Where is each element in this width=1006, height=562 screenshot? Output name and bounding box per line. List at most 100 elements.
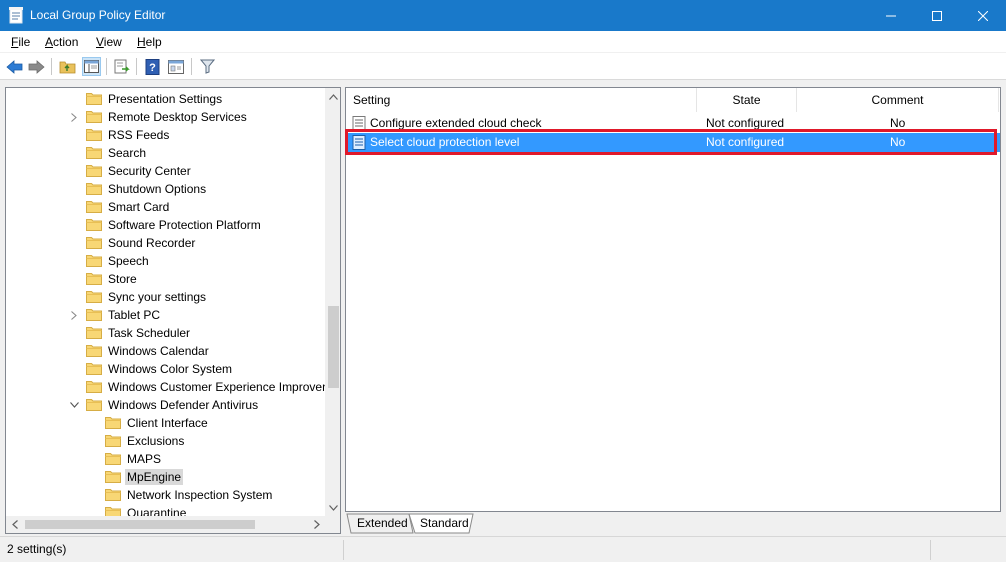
tree-item[interactable]: Windows Defender Antivirus <box>6 396 326 414</box>
folder-icon <box>86 309 102 321</box>
tree-item-label: Windows Calendar <box>108 344 209 358</box>
menu-view[interactable]: View <box>96 35 122 49</box>
tree-item[interactable]: Tablet PC <box>6 306 326 324</box>
tab-standard[interactable]: Standard <box>420 513 469 533</box>
menu-action[interactable]: Action <box>45 35 78 49</box>
tree-item-label: Exclusions <box>127 434 185 448</box>
folder-icon <box>86 291 102 303</box>
show-hide-tree-button[interactable] <box>82 57 101 76</box>
tree-item[interactable]: Speech <box>6 252 326 270</box>
folder-icon <box>105 489 121 501</box>
column-header-state[interactable]: State <box>697 88 797 112</box>
properties-button[interactable] <box>166 57 185 76</box>
tree-item-label: Software Protection Platform <box>108 218 261 232</box>
menu-view-rest: iew <box>103 35 122 49</box>
tree-item[interactable]: Search <box>6 144 326 162</box>
tree-item[interactable]: RSS Feeds <box>6 126 326 144</box>
maximize-button[interactable] <box>914 0 960 31</box>
folder-icon <box>86 183 102 195</box>
tree-item-label: MpEngine <box>125 469 184 485</box>
setting-comment: No <box>890 135 906 149</box>
tree-item[interactable]: Remote Desktop Services <box>6 108 326 126</box>
maximize-icon <box>932 10 942 21</box>
tree-item[interactable]: Security Center <box>6 162 326 180</box>
settings-list-pane[interactable]: Setting State Comment Configure extended… <box>345 87 1001 512</box>
tree-item[interactable]: MpEngine <box>6 468 326 486</box>
menu-help-rest: elp <box>145 35 162 49</box>
expand-arrow-icon[interactable] <box>69 112 79 122</box>
filter-icon <box>200 59 215 74</box>
scroll-down-arrow[interactable] <box>325 499 340 516</box>
folder-icon <box>86 147 102 159</box>
tree-item-label: Windows Defender Antivirus <box>108 398 259 412</box>
tree-item-label: Presentation Settings <box>108 92 223 106</box>
status-bar: 2 setting(s) <box>0 536 1006 562</box>
close-icon <box>978 10 988 21</box>
setting-comment: No <box>890 116 906 130</box>
tree-horizontal-scrollbar[interactable] <box>6 516 340 533</box>
chevron-up-icon <box>329 93 338 100</box>
menu-file[interactable]: File <box>11 35 30 49</box>
tree-item[interactable]: Windows Color System <box>6 360 326 378</box>
tree-item-label: Client Interface <box>127 416 208 430</box>
chevron-down-icon <box>329 504 338 511</box>
minimize-icon <box>886 15 896 16</box>
up-one-level-button[interactable] <box>58 57 77 76</box>
filter-button[interactable] <box>198 57 217 76</box>
tree-item[interactable]: Smart Card <box>6 198 326 216</box>
properties-icon <box>167 59 184 74</box>
close-button[interactable] <box>960 0 1006 31</box>
help-button[interactable]: ? <box>143 57 162 76</box>
collapse-arrow-icon[interactable] <box>69 400 79 410</box>
tree-vertical-scrollbar[interactable] <box>325 88 340 516</box>
tree-item[interactable]: Presentation Settings <box>6 90 326 108</box>
title-bar[interactable]: Local Group Policy Editor <box>0 0 1006 31</box>
menu-help[interactable]: Help <box>137 35 162 49</box>
tree-item-label: Smart Card <box>108 200 170 214</box>
tree-vertical-scroll-thumb[interactable] <box>328 306 339 388</box>
policy-tree-pane[interactable]: Presentation Settings Remote Desktop Serv… <box>5 87 341 534</box>
tree-item[interactable]: Network Inspection System <box>6 486 326 504</box>
folder-icon <box>86 219 102 231</box>
tree-item[interactable]: Shutdown Options <box>6 180 326 198</box>
tree-item[interactable]: Sound Recorder <box>6 234 326 252</box>
expand-arrow-icon[interactable] <box>69 310 79 320</box>
status-text: 2 setting(s) <box>7 542 67 556</box>
column-header-setting[interactable]: Setting <box>346 88 697 112</box>
folder-icon <box>86 381 102 393</box>
tree-item[interactable]: Sync your settings <box>6 288 326 306</box>
tree-item[interactable]: Exclusions <box>6 432 326 450</box>
toolbar-separator <box>191 58 192 75</box>
tree-item[interactable]: Client Interface <box>6 414 326 432</box>
export-list-button[interactable] <box>112 57 131 76</box>
setting-name: Select cloud protection level <box>370 135 520 149</box>
tree-item[interactable]: Windows Customer Experience Improven <box>6 378 329 396</box>
tree-item[interactable]: Software Protection Platform <box>6 216 326 234</box>
scroll-right-arrow[interactable] <box>308 516 325 533</box>
folder-icon <box>86 111 102 123</box>
tree-item[interactable]: MAPS <box>6 450 326 468</box>
tree-item[interactable]: Windows Calendar <box>6 342 326 360</box>
menu-help-accel: H <box>137 35 146 49</box>
tree-item[interactable]: Task Scheduler <box>6 324 326 342</box>
tree-horizontal-scroll-thumb[interactable] <box>25 520 255 529</box>
minimize-button[interactable] <box>868 0 914 31</box>
column-header-comment[interactable]: Comment <box>797 88 999 112</box>
scroll-up-arrow[interactable] <box>325 88 340 105</box>
folder-icon <box>86 255 102 267</box>
list-row-selected[interactable]: Select cloud protection level Not config… <box>346 133 1000 152</box>
folder-icon <box>86 363 102 375</box>
folder-icon <box>86 327 102 339</box>
tree-item[interactable]: Store <box>6 270 326 288</box>
help-icon: ? <box>145 58 160 75</box>
list-header: Setting State Comment <box>346 88 1000 112</box>
scroll-left-arrow[interactable] <box>6 516 23 533</box>
back-button[interactable] <box>5 57 24 76</box>
forward-button[interactable] <box>27 57 46 76</box>
policy-setting-icon <box>352 116 366 131</box>
tree-item-label: RSS Feeds <box>108 128 170 142</box>
tab-extended[interactable]: Extended <box>357 513 408 533</box>
menu-view-accel: V <box>96 35 104 49</box>
list-row[interactable]: Configure extended cloud check Not confi… <box>346 114 1000 133</box>
policy-editor-app-icon <box>9 7 23 24</box>
